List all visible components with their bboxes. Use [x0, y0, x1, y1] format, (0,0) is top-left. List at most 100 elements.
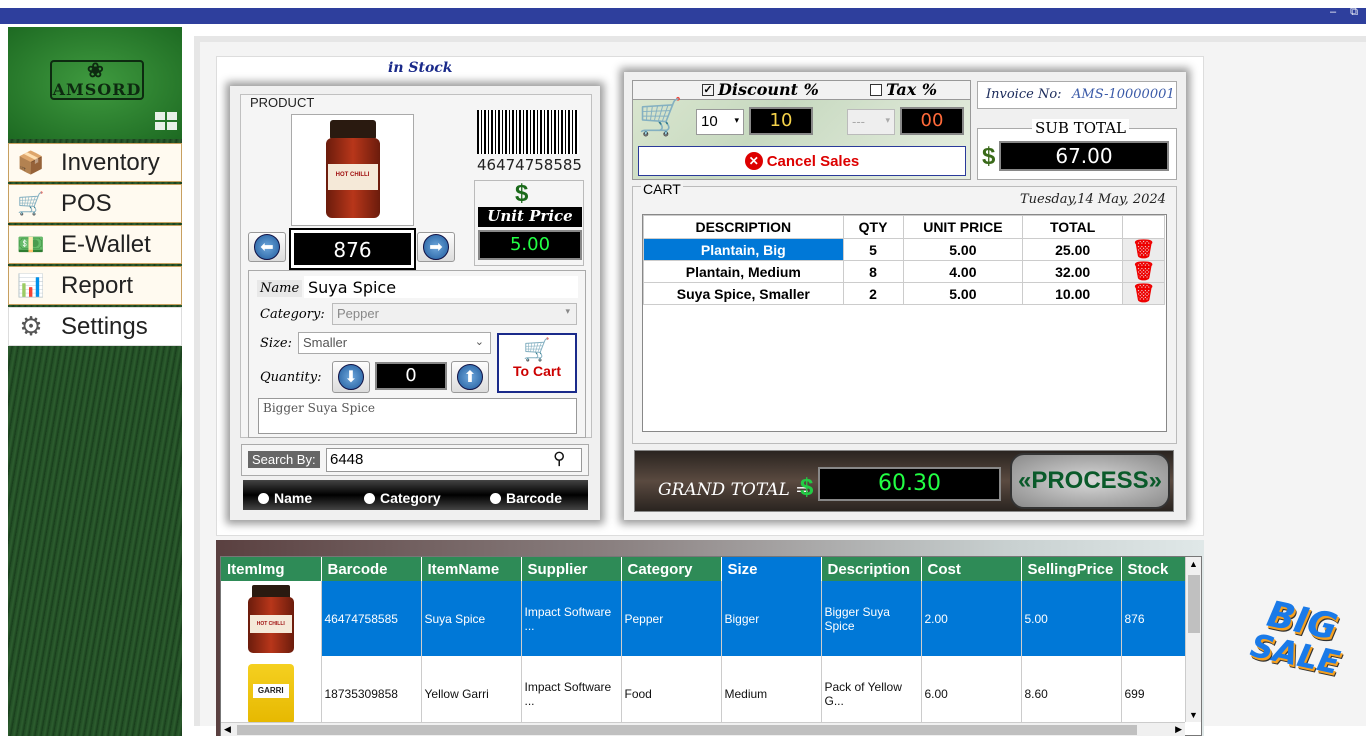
- cart-icon: 🛒: [523, 337, 551, 362]
- cart-row[interactable]: Suya Spice, Smaller 2 5.00 10.00 🗑: [643, 282, 1165, 305]
- cart-cell-total: 32.00: [1022, 260, 1124, 283]
- sidebar-item-pos[interactable]: 🛒 POS: [8, 184, 182, 223]
- next-product-button[interactable]: ➡: [417, 232, 455, 262]
- grid-header-cell[interactable]: Supplier: [521, 557, 622, 581]
- checkbox-unchecked-icon: [870, 83, 882, 96]
- search-option-barcode[interactable]: Barcode: [490, 490, 562, 506]
- grid-cell: 8.60: [1021, 656, 1122, 731]
- to-cart-button[interactable]: 🛒 To Cart: [497, 333, 577, 393]
- grid-cell: 46474758585: [321, 581, 422, 656]
- big-sale-graphic: BIG SALE: [1230, 590, 1360, 720]
- tax-select[interactable]: --- ▾: [847, 109, 895, 135]
- grid-header-cell[interactable]: Cost: [921, 557, 1022, 581]
- subtotal-value: 67.00: [999, 141, 1169, 171]
- quantity-value[interactable]: 0: [375, 362, 447, 390]
- size-select[interactable]: Smaller ⌄: [298, 332, 491, 354]
- grid-header-cell[interactable]: Size: [721, 557, 822, 581]
- grid-row[interactable]: HOT CHILLI 46474758585 Suya Spice Impact…: [221, 581, 1185, 656]
- arrow-right-icon: ➡: [423, 234, 449, 260]
- grid-icon[interactable]: [155, 112, 177, 130]
- cart-row[interactable]: Plantain, Big 5 5.00 25.00 🗑: [643, 238, 1165, 261]
- inventory-table: ItemImg Barcode ItemName Supplier Catego…: [221, 557, 1185, 731]
- cancel-sales-button[interactable]: ✕ Cancel Sales: [638, 146, 966, 176]
- dollar-icon: $: [982, 143, 996, 170]
- product-name-field[interactable]: Suya Spice: [304, 276, 578, 298]
- scrollbar-thumb: [237, 725, 1137, 735]
- sidebar-item-report[interactable]: 📊 Report: [8, 266, 182, 305]
- category-select[interactable]: Pepper ▾: [332, 303, 577, 325]
- search-icon[interactable]: ⚲: [553, 449, 565, 469]
- discount-checkbox[interactable]: ✓ Discount %: [702, 80, 819, 99]
- subtotal-label: SUB TOTAL: [1032, 119, 1129, 137]
- prev-product-button[interactable]: ⬅: [248, 232, 286, 262]
- cancel-sales-label: Cancel Sales: [766, 152, 860, 170]
- arrow-left-icon: ⬅: [254, 234, 280, 260]
- sidebar-item-settings[interactable]: ⚙ Settings: [8, 307, 182, 346]
- description-field[interactable]: Bigger Suya Spice: [258, 398, 577, 434]
- cart-date: Tuesday,14 May, 2024: [1020, 192, 1166, 207]
- invoice-number: AMS-10000001: [1072, 87, 1175, 102]
- cart-header-row: DESCRIPTION QTY UNIT PRICE TOTAL: [643, 215, 1165, 239]
- dollar-icon: $: [800, 474, 814, 501]
- grid-header-cell[interactable]: Stock: [1121, 557, 1185, 581]
- minimize-icon[interactable]: –: [1330, 6, 1336, 19]
- cart-cell-qty: 2: [842, 282, 904, 305]
- cart-row[interactable]: Plantain, Medium 8 4.00 32.00 🗑: [643, 260, 1165, 283]
- chevron-down-icon: ▾: [885, 115, 890, 125]
- cart-table: DESCRIPTION QTY UNIT PRICE TOTAL Plantai…: [643, 215, 1165, 305]
- search-option-name[interactable]: Name: [258, 490, 312, 506]
- sidebar-item-inventory[interactable]: 📦 Inventory: [8, 143, 182, 182]
- restore-icon[interactable]: ⧉: [1350, 6, 1358, 19]
- cart-cell-unit-price: 5.00: [902, 238, 1024, 261]
- grid-header-cell[interactable]: ItemImg: [221, 557, 322, 581]
- trash-icon[interactable]: 🗑: [1122, 238, 1165, 261]
- tax-checkbox[interactable]: Tax %: [870, 80, 937, 99]
- search-option-category[interactable]: Category: [364, 490, 441, 506]
- brand-name: AMSORD: [52, 80, 142, 99]
- trash-icon[interactable]: 🗑: [1122, 260, 1165, 283]
- grid-row[interactable]: GARRI 18735309858 Yellow Garri Impact So…: [221, 656, 1185, 731]
- grid-header-cell[interactable]: ItemName: [421, 557, 522, 581]
- cart-cell-qty: 8: [842, 260, 904, 283]
- quantity-up-button[interactable]: ⬆: [451, 361, 489, 393]
- grid-cell: Yellow Garri: [421, 656, 522, 731]
- wallet-icon: 💵: [17, 231, 45, 257]
- grid-cell: Suya Spice: [421, 581, 522, 656]
- trash-icon[interactable]: 🗑: [1122, 282, 1165, 305]
- grid-header-cell[interactable]: Barcode: [321, 557, 422, 581]
- title-bar: [0, 0, 1366, 24]
- radio-icon: [490, 492, 501, 504]
- to-cart-label: To Cart: [513, 363, 561, 379]
- quantity-down-button[interactable]: ⬇: [332, 361, 370, 393]
- sidebar-item-label: POS: [61, 189, 112, 217]
- sidebar-item-ewallet[interactable]: 💵 E-Wallet: [8, 225, 182, 264]
- window-controls: – ⧉: [1330, 6, 1358, 19]
- discount-value[interactable]: 10: [749, 107, 813, 135]
- chevron-down-icon: ▾: [565, 306, 570, 316]
- quantity-label: Quantity:: [260, 370, 322, 385]
- grid-cell: 18735309858: [321, 656, 422, 731]
- sidebar-item-label: E-Wallet: [61, 230, 151, 258]
- name-label: Name: [257, 280, 303, 297]
- category-value: Pepper: [337, 306, 379, 321]
- search-input[interactable]: 6448: [326, 448, 582, 472]
- horizontal-scrollbar[interactable]: ◀ ▶: [221, 722, 1185, 736]
- grid-header-cell[interactable]: Category: [621, 557, 722, 581]
- cart-label: CART: [641, 181, 683, 197]
- category-label: Category:: [260, 307, 325, 322]
- cart-icon: 🛒: [17, 190, 45, 216]
- discount-select[interactable]: 10 ▾: [696, 109, 744, 135]
- tax-value[interactable]: 00: [900, 107, 964, 135]
- chevron-right-icon: ▶: [1175, 724, 1182, 734]
- chevron-down-icon: ▾: [734, 115, 739, 125]
- grid-header-cell[interactable]: Description: [821, 557, 922, 581]
- cart-header-description: DESCRIPTION: [643, 215, 844, 239]
- close-icon: ✕: [744, 152, 763, 170]
- arrow-up-icon: ⬆: [457, 364, 483, 390]
- settings-icon: ⚙: [19, 311, 43, 341]
- process-button[interactable]: «PROCESS»: [1010, 453, 1170, 509]
- grid-header-cell[interactable]: SellingPrice: [1021, 557, 1122, 581]
- grid-cell: 5.00: [1021, 581, 1122, 656]
- cart-header-qty: QTY: [842, 215, 904, 239]
- vertical-scrollbar[interactable]: ▲ ▼: [1185, 557, 1201, 722]
